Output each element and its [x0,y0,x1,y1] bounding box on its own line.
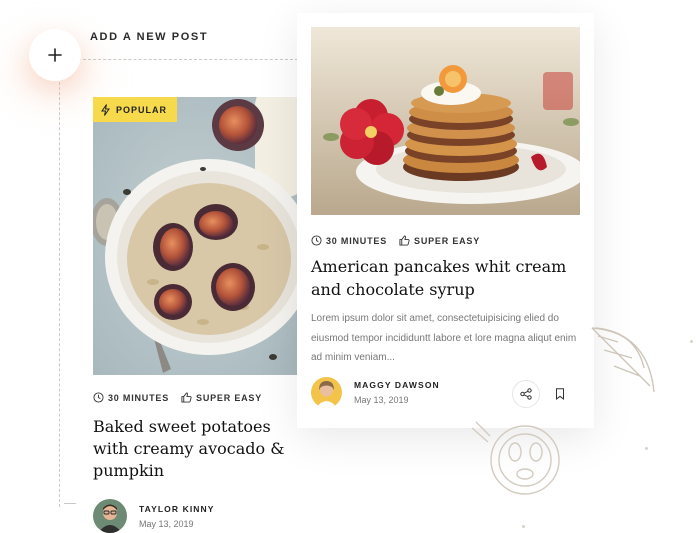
clock-icon [93,392,104,403]
badge-label: POPULAR [116,104,168,115]
thumbs-up-icon [181,392,192,403]
dashed-guide-vertical [59,62,60,507]
decor-dot [522,525,525,528]
popular-badge: POPULAR [93,97,178,122]
oatmeal-bowl-illustration [93,97,297,375]
post-card-front[interactable]: 30 MINUTES SUPER EASY American pancakes … [297,13,594,428]
post-title[interactable]: Baked sweet potatoes with creamy avocado… [93,416,303,482]
share-icon [520,388,532,400]
difficulty: SUPER EASY [181,392,262,403]
post-author[interactable]: MAGGY DAWSON May 13, 2019 [311,377,440,408]
cook-time: 30 MINUTES [93,392,169,403]
clock-icon [311,235,322,246]
cook-time-label: 30 MINUTES [108,392,170,403]
post-date: May 13, 2019 [139,518,194,529]
lightning-icon [101,103,110,116]
dashed-guide-horizontal [78,59,298,60]
bookmark-button[interactable] [546,380,574,408]
thumbs-up-icon [399,235,410,246]
post-card-back[interactable]: POPULAR 30 MINUTES SUPER EASY Baked swee… [93,97,299,533]
cook-time: 30 MINUTES [311,235,387,246]
post-image-oatmeal[interactable]: POPULAR [93,97,297,375]
post-meta: 30 MINUTES SUPER EASY [93,392,299,403]
orange-slice-doodle [591,327,655,393]
cook-time-label: 30 MINUTES [326,235,388,246]
post-meta: 30 MINUTES SUPER EASY [311,235,480,246]
post-excerpt: Lorem ipsum dolor sit amet, consectetuip… [311,313,577,363]
tomato-doodle [471,421,560,495]
author-name[interactable]: MAGGY DAWSON [354,380,440,390]
difficulty: SUPER EASY [399,235,480,246]
pancake-stack-illustration [311,27,580,215]
avatar [93,499,127,533]
post-date: May 13, 2019 [354,395,409,405]
difficulty-label: SUPER EASY [196,392,263,403]
add-post-label[interactable]: ADD A NEW POST [90,31,208,43]
difficulty-label: SUPER EASY [414,235,481,246]
post-author[interactable]: TAYLOR KINNY May 13, 2019 [93,499,299,533]
add-post-button[interactable] [29,29,81,81]
avatar [311,377,342,408]
decor-dot [645,447,648,450]
post-image-pancakes[interactable] [311,27,580,215]
decor-dot [690,340,693,343]
plus-icon [48,48,62,62]
post-title[interactable]: American pancakes whit cream and chocola… [311,255,581,301]
share-button[interactable] [512,380,540,408]
dashed-guide-end [64,503,76,504]
bookmark-icon [556,388,564,400]
author-name[interactable]: TAYLOR KINNY [139,504,215,514]
